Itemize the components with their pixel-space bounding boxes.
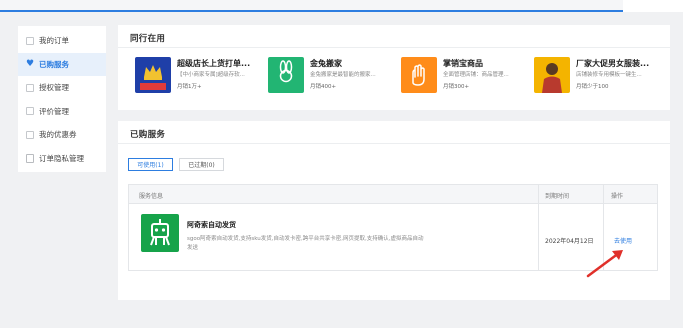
divider bbox=[118, 47, 670, 48]
column-header-expire: 到期时间 bbox=[545, 193, 570, 200]
services-table: 服务信息 到期时间 操作 阿奇索自动发货 sgoo阿奇索自动发货,支持sku发货… bbox=[128, 184, 658, 271]
sidebar-item-purchased-services[interactable]: ♥ 已购服务 bbox=[18, 52, 106, 76]
sidebar-item-my-orders[interactable]: 我的订单 bbox=[18, 29, 106, 53]
sidebar-item-label: 授权管理 bbox=[39, 83, 69, 93]
square-icon bbox=[26, 130, 34, 139]
peer-card-sales: 月销少于100 bbox=[576, 84, 609, 90]
peer-card-sales: 月销400+ bbox=[310, 84, 337, 90]
hand-logo-icon bbox=[401, 57, 437, 93]
document-icon bbox=[26, 153, 34, 163]
robot-logo-icon bbox=[141, 214, 179, 252]
divider bbox=[118, 143, 670, 144]
peer-card-name: 超级店长上货打单... bbox=[177, 59, 251, 68]
peer-card-desc: 店铺装修专用模板一键生... bbox=[576, 72, 642, 78]
service-name: 阿奇索自动发货 bbox=[187, 221, 236, 229]
column-header-action: 操作 bbox=[611, 193, 624, 200]
peer-card[interactable]: 超级店长上货打单... 【中小商家专属]超级存软... 月销1万+ bbox=[135, 57, 267, 99]
service-desc: sgoo阿奇索自动发货,支持sku发货,自动发卡密,跨平台共享卡密,网页提取,支… bbox=[187, 236, 424, 251]
use-service-link[interactable]: 去使用 bbox=[614, 236, 632, 245]
peer-card-desc: 金兔搬家是最智能的搬家... bbox=[310, 72, 376, 78]
peer-card[interactable]: 厂家大促男女服装... 店铺装修专用模板一键生... 月销少于100 bbox=[534, 57, 666, 99]
heart-icon: ♥ bbox=[26, 59, 35, 70]
peer-card[interactable]: 掌销宝商品 全面管理店铺：商品管理... 月销300+ bbox=[401, 57, 533, 99]
sidebar-item-label: 评价管理 bbox=[39, 106, 69, 116]
peer-card[interactable]: 金兔搬家 金兔搬家是最智能的搬家... 月销400+ bbox=[268, 57, 400, 99]
purchased-title: 已购服务 bbox=[130, 130, 166, 140]
peer-card-name: 掌销宝商品 bbox=[443, 59, 483, 68]
peer-card-name: 厂家大促男女服装... bbox=[576, 59, 650, 68]
annotation-arrow-icon bbox=[586, 250, 623, 278]
square-icon bbox=[26, 107, 34, 116]
sidebar-item-label: 已购服务 bbox=[39, 59, 69, 69]
model-photo-icon bbox=[534, 57, 570, 93]
sidebar-item-authorization[interactable]: 授权管理 bbox=[18, 76, 106, 100]
square-icon bbox=[26, 36, 34, 45]
table-header: 服务信息 到期时间 操作 bbox=[129, 185, 657, 204]
column-header-info: 服务信息 bbox=[139, 193, 164, 200]
sidebar-item-coupons[interactable]: 我的优惠券 bbox=[18, 123, 106, 147]
peers-panel: 同行在用 超级店长上货打单... 【中小商家专属]超级存软... 月销1万+ 金… bbox=[118, 25, 670, 110]
peers-title: 同行在用 bbox=[130, 34, 166, 44]
sidebar-item-reviews[interactable]: 评价管理 bbox=[18, 100, 106, 124]
peer-card-name: 金兔搬家 bbox=[310, 59, 342, 68]
service-expire-date: 2022年04月12日 bbox=[545, 238, 594, 245]
sidebar-item-order-privacy[interactable]: 订单隐私管理 bbox=[18, 147, 106, 171]
rabbit-logo-icon bbox=[268, 57, 304, 93]
divider bbox=[538, 185, 539, 270]
square-icon bbox=[26, 83, 34, 92]
peer-card-sales: 月销300+ bbox=[443, 84, 470, 90]
sidebar: 我的订单 ♥ 已购服务 授权管理 评价管理 我的优惠券 订单隐私管理 bbox=[18, 26, 106, 172]
peer-card-sales: 月销1万+ bbox=[177, 84, 202, 90]
top-header-bar bbox=[0, 0, 683, 12]
tab-available[interactable]: 可使用(1) bbox=[128, 158, 173, 171]
crown-logo-icon bbox=[135, 57, 171, 93]
tab-expired[interactable]: 已过期(0) bbox=[179, 158, 224, 171]
peer-card-desc: 全面管理店铺：商品管理... bbox=[443, 72, 509, 78]
sidebar-item-label: 订单隐私管理 bbox=[39, 153, 84, 163]
sidebar-item-label: 我的订单 bbox=[39, 36, 69, 46]
peer-card-desc: 【中小商家专属]超级存软... bbox=[177, 72, 245, 78]
sidebar-item-label: 我的优惠券 bbox=[39, 130, 77, 140]
